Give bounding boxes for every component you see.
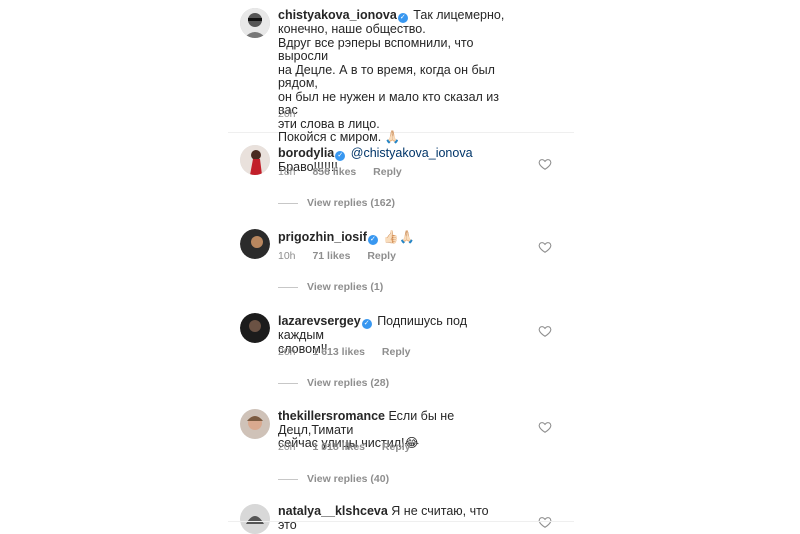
comment-line: Покойся с миром. 🙏🏻 xyxy=(278,130,401,144)
view-replies-button[interactable]: View replies (162) xyxy=(278,197,395,209)
timestamp: 10h xyxy=(278,250,296,262)
verified-badge-icon: ✓ xyxy=(361,319,372,329)
view-replies-line xyxy=(278,286,298,288)
view-replies-button[interactable]: View replies (40) xyxy=(278,473,389,485)
username[interactable]: borodylia xyxy=(278,146,334,160)
username[interactable]: thekillersromance xyxy=(278,409,385,423)
bottom-divider xyxy=(228,521,574,522)
reply-meta: 18h 856 likes Reply xyxy=(278,166,416,178)
view-replies-label: View replies (162) xyxy=(307,197,395,209)
comment-line: он был не нужен и мало кто сказал из вас xyxy=(278,89,499,117)
timestamp: 20h xyxy=(278,441,296,453)
view-replies-button[interactable]: View replies (1) xyxy=(278,281,383,293)
view-replies-label: View replies (1) xyxy=(307,281,384,293)
reply-comment: prigozhin_iosif ✓ 👍🏻🙏🏻 xyxy=(278,230,510,245)
view-replies-line xyxy=(278,202,298,204)
avatar-lazarevsergey[interactable] xyxy=(240,313,270,343)
view-replies-label: View replies (28) xyxy=(307,377,390,389)
reply-comment: natalya__klshceva Я не считаю, что это xyxy=(278,504,510,532)
comment-line: Так лицемерно, xyxy=(413,8,505,22)
likes-count[interactable]: 71 likes xyxy=(312,250,350,262)
reply-button[interactable]: Reply xyxy=(382,441,411,453)
comment-line: Вдруг все рэперы вспомнили, что выросли xyxy=(278,35,474,63)
mention-link[interactable]: @chistyakova_ionova xyxy=(351,146,473,160)
avatar-natalya[interactable] xyxy=(240,504,270,534)
timestamp: 20h xyxy=(278,346,296,358)
heart-outline-icon[interactable] xyxy=(538,157,552,171)
heart-outline-icon[interactable] xyxy=(538,324,552,338)
reply-meta: 20h 1 613 likes Reply xyxy=(278,346,425,358)
timestamp: 20h xyxy=(278,108,296,120)
username[interactable]: prigozhin_iosif xyxy=(278,230,367,244)
view-replies-label: View replies (40) xyxy=(307,473,390,485)
likes-count[interactable]: 1 018 likes xyxy=(312,441,365,453)
comment-text: 👍🏻🙏🏻 xyxy=(383,230,415,244)
heart-outline-icon[interactable] xyxy=(538,420,552,434)
likes-count[interactable]: 1 613 likes xyxy=(312,346,365,358)
avatar-thekillersromance[interactable] xyxy=(240,409,270,439)
timestamp: 18h xyxy=(278,166,296,178)
avatar-chistyakova[interactable] xyxy=(240,8,270,38)
view-replies-line xyxy=(278,478,298,480)
heart-outline-icon[interactable] xyxy=(538,240,552,254)
verified-badge-icon: ✓ xyxy=(367,235,378,245)
reply-meta: 20h 1 018 likes Reply xyxy=(278,441,425,453)
comment-line: конечно, наше общество. xyxy=(278,22,426,36)
heart-outline-icon[interactable] xyxy=(538,515,552,529)
comment-meta: 20h xyxy=(278,108,310,120)
username[interactable]: natalya__klshceva xyxy=(278,504,388,518)
reply-button[interactable]: Reply xyxy=(367,250,396,262)
reply-meta: 10h 71 likes Reply xyxy=(278,250,410,262)
username[interactable]: lazarevsergey xyxy=(278,314,361,328)
comment-line: на Децле. А в то время, когда он был ряд… xyxy=(278,62,495,90)
view-replies-button[interactable]: View replies (28) xyxy=(278,377,389,389)
reply-button[interactable]: Reply xyxy=(382,346,411,358)
avatar-prigozhin[interactable] xyxy=(240,229,270,259)
reply-button[interactable]: Reply xyxy=(373,166,402,178)
likes-count[interactable]: 856 likes xyxy=(312,166,356,178)
main-comment: chistyakova_ionova ✓ Так лицемерно, конеч… xyxy=(278,8,510,145)
username[interactable]: chistyakova_ionova xyxy=(278,8,397,22)
view-replies-line xyxy=(278,382,298,384)
avatar-borodylia[interactable] xyxy=(240,145,270,175)
